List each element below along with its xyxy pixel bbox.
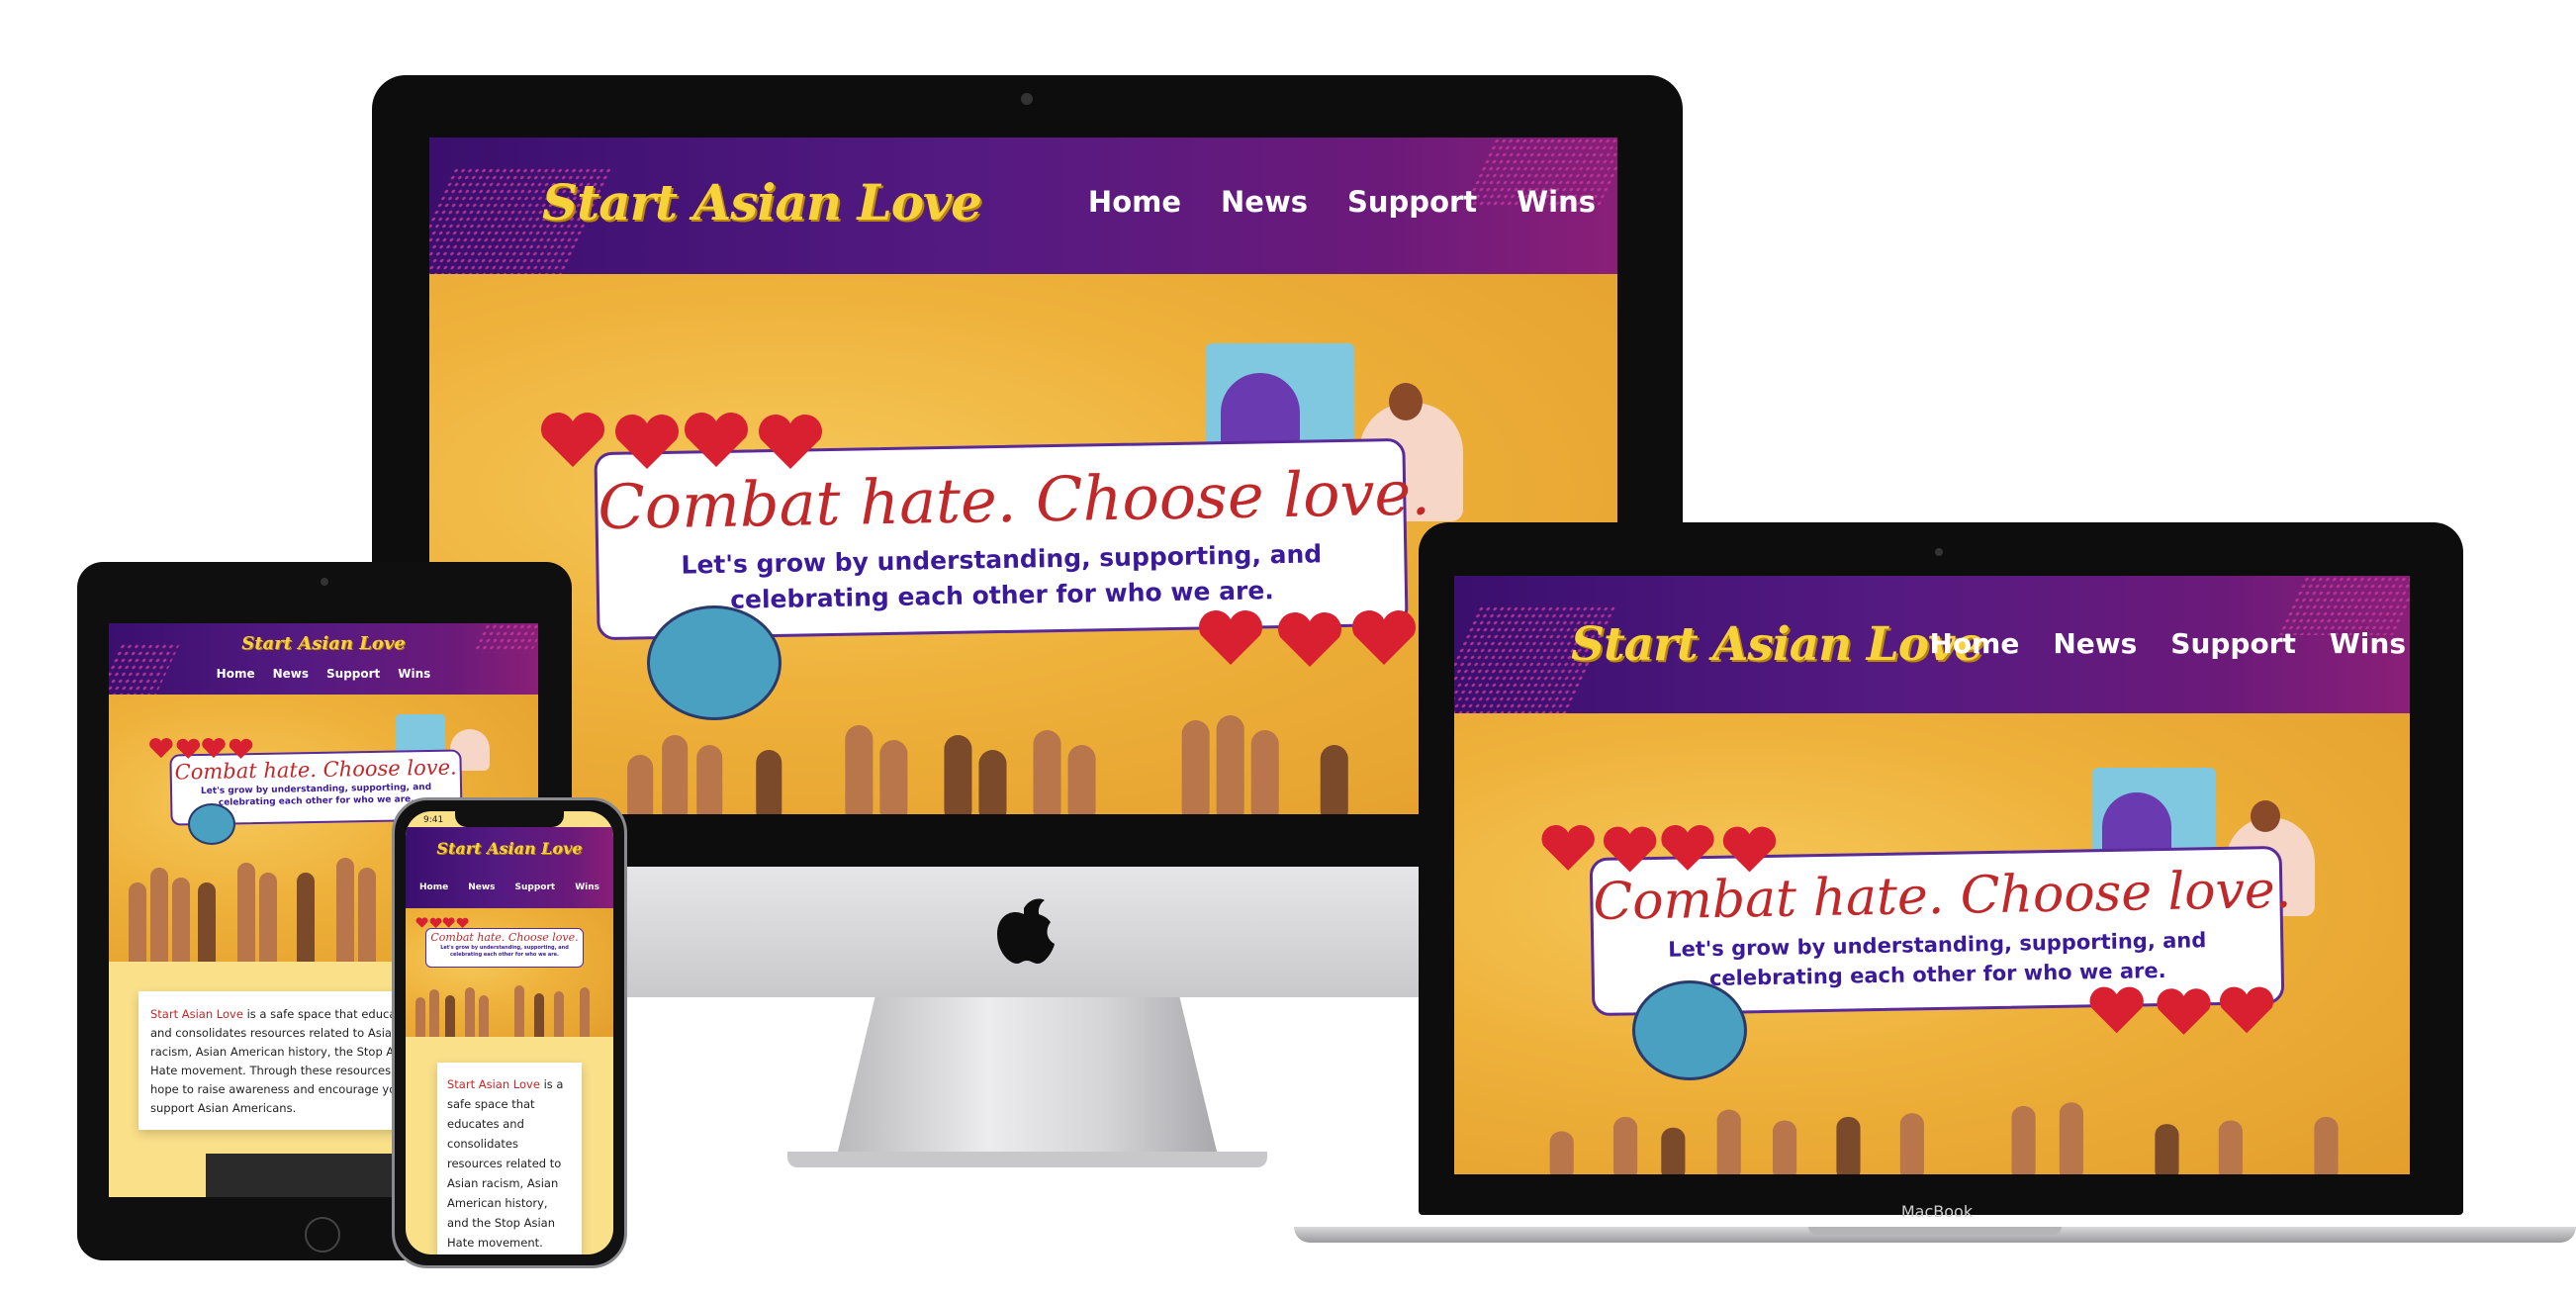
globe-illustration [188,803,235,845]
nav-news[interactable]: News [468,882,495,892]
nav-news[interactable]: News [273,667,309,681]
person-head-illustration [2251,800,2280,832]
site-logo[interactable]: Start Asian Love [1571,617,1983,672]
nav-support[interactable]: Support [326,667,380,681]
site-header: Start Asian Love Home News Support Wins [109,623,538,695]
globe-illustration [647,605,782,720]
hearts-group [1539,820,1787,884]
nav-support[interactable]: Support [2170,627,2296,660]
iphone-notch [455,811,564,827]
heart-icon [415,917,469,929]
nav-home[interactable]: Home [1088,185,1181,219]
macbook-website: Start Asian Love Home News Support Wins … [1454,576,2410,1174]
nav-wins[interactable]: Wins [575,882,599,892]
heart-icon [149,738,253,759]
nav-wins[interactable]: Wins [398,667,430,681]
site-logo[interactable]: Start Asian Love [542,173,982,232]
person-head-illustration [1389,383,1423,420]
about-highlight[interactable]: Start Asian Love [447,1077,540,1091]
site-nav: Home News Support Wins [109,667,538,681]
nav-news[interactable]: News [1221,185,1308,219]
ipad-home-button[interactable] [305,1217,340,1253]
site-header: Start Asian Love Home News Support Wins [1454,576,2410,713]
nav-support[interactable]: Support [515,882,556,892]
imac-stand [837,997,1218,1156]
about-text: is a safe space that educates and consol… [150,1007,418,1115]
imac-stand-base [787,1152,1267,1167]
hero-subline: Let's grow by understanding, supporting,… [440,945,569,958]
macbook-camera [1935,548,1943,556]
ipad-camera [321,578,328,586]
globe-illustration [1632,980,1747,1080]
nav-home[interactable]: Home [217,667,255,681]
site-nav: Home News Support Wins [1929,627,2406,660]
hearts-group [2087,982,2280,1047]
heart-icon [541,413,822,469]
nav-support[interactable]: Support [1347,185,1477,219]
header-dots [2277,576,2410,635]
about-card: Start Asian Love is a safe space that ed… [437,1063,582,1254]
nav-home[interactable]: Home [1929,627,2019,660]
site-nav: Home News Support Wins [1088,185,1596,219]
site-nav: Home News Support Wins [406,882,613,892]
nav-news[interactable]: News [2053,627,2137,660]
hands-illustration [415,985,590,1037]
nav-wins[interactable]: Wins [1517,185,1596,219]
hearts-group [538,408,835,482]
iphone-website: 9:41 Start Asian Love Home News Support … [406,811,613,1254]
heart-icon [1541,825,1777,873]
site-header: Start Asian Love Home News Support Wins [429,138,1617,274]
hearts-group [148,736,257,767]
hands-illustration [1549,1102,2339,1174]
about-highlight[interactable]: Start Asian Love [150,1007,243,1021]
site-logo[interactable]: Start Asian Love [406,839,613,858]
macbook-notch [1808,1227,2062,1235]
nav-wins[interactable]: Wins [2330,627,2406,660]
heart-icon [2089,986,2274,1035]
hero-section: Combat hate. Choose love. Let's grow by … [1454,713,2410,1174]
hero-section: Combat hate. Choose love. Let's grow by … [406,908,613,1037]
macbook-brand: MacBook [1900,1202,1974,1221]
apple-logo-icon [991,886,1057,966]
hearts-group [415,916,471,935]
site-logo[interactable]: Start Asian Love [109,633,538,654]
about-text: is a safe space that educates and consol… [447,1077,564,1250]
nav-home[interactable]: Home [419,882,448,892]
status-time: 9:41 [423,815,444,825]
site-header: Start Asian Love Home News Support Wins [406,827,613,908]
imac-camera [1021,93,1033,105]
